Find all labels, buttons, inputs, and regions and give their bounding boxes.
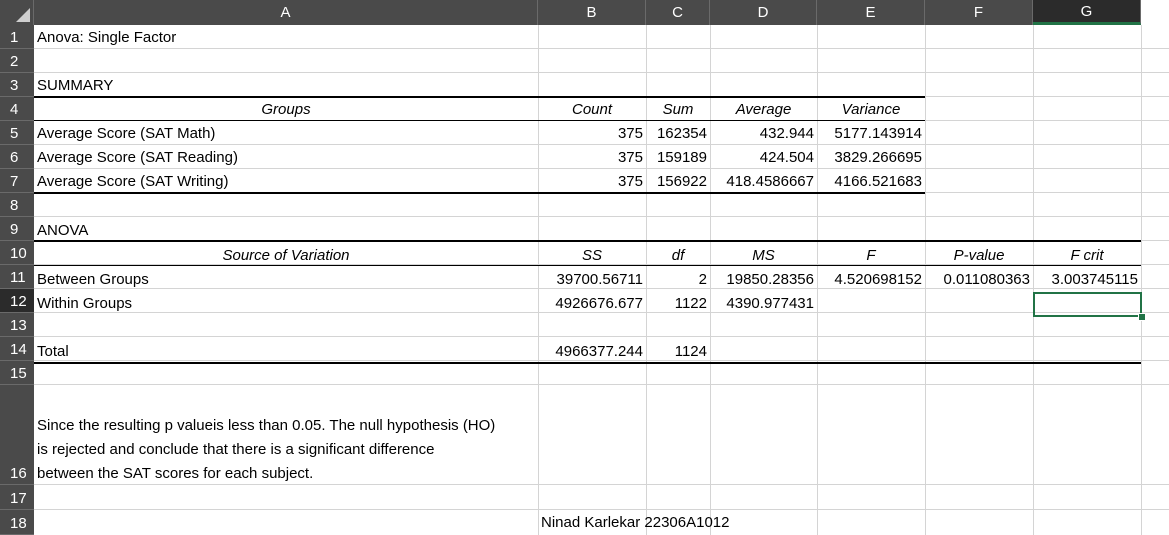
cell-a5[interactable]: Average Score (SAT Math)	[34, 122, 538, 146]
row-header-1[interactable]: 1	[0, 25, 34, 49]
row-header-2[interactable]: 2	[0, 49, 34, 73]
row-header-16[interactable]: 16	[0, 385, 34, 485]
row-header-12[interactable]: 12	[0, 289, 34, 313]
cell-b4[interactable]: Count	[538, 98, 646, 122]
cell-c11[interactable]: 2	[646, 268, 710, 292]
row-header-11[interactable]: 11	[0, 265, 34, 289]
cell-e7[interactable]: 4166.521683	[817, 170, 925, 194]
cell-a16-line-1[interactable]: Since the resulting p valueis less than …	[34, 414, 495, 438]
cell-a14[interactable]: Total	[34, 340, 538, 364]
cell-a16-line-3[interactable]: between the SAT scores for each subject.	[34, 462, 313, 486]
cell-d4[interactable]: Average	[710, 98, 817, 122]
cell-c6[interactable]: 159189	[646, 146, 710, 170]
select-all-triangle-icon	[16, 8, 30, 22]
cell-a9[interactable]: ANOVA	[34, 219, 538, 243]
cell-e6[interactable]: 3829.266695	[817, 146, 925, 170]
cell-a6[interactable]: Average Score (SAT Reading)	[34, 146, 538, 170]
cell-d6[interactable]: 424.504	[710, 146, 817, 170]
cell-d7[interactable]: 418.4586667	[710, 170, 817, 194]
column-header-g[interactable]: G	[1033, 0, 1141, 25]
cell-d5[interactable]: 432.944	[710, 122, 817, 146]
cell-a1[interactable]: Anova: Single Factor	[34, 26, 538, 50]
cell-c4[interactable]: Sum	[646, 98, 710, 122]
row-header-3[interactable]: 3	[0, 73, 34, 97]
column-header-f[interactable]: F	[925, 0, 1033, 25]
cell-e10[interactable]: F	[817, 244, 925, 268]
cell-b12[interactable]: 4926676.677	[538, 292, 646, 316]
cell-e5[interactable]: 5177.143914	[817, 122, 925, 146]
row-header-8[interactable]: 8	[0, 193, 34, 217]
cell-a7[interactable]: Average Score (SAT Writing)	[34, 170, 538, 194]
cell-a16-line-2[interactable]: is rejected and conclude that there is a…	[34, 438, 434, 462]
row-header-15[interactable]: 15	[0, 361, 34, 385]
column-header-c[interactable]: C	[646, 0, 710, 25]
cell-g11[interactable]: 3.003745115	[1033, 268, 1141, 292]
gridline	[34, 509, 1169, 510]
gridline	[34, 216, 1169, 217]
cell-b6[interactable]: 375	[538, 146, 646, 170]
row-header-17[interactable]: 17	[0, 485, 34, 510]
select-all-button[interactable]	[0, 0, 34, 25]
cell-f10[interactable]: P-value	[925, 244, 1033, 268]
cell-b5[interactable]: 375	[538, 122, 646, 146]
cell-c5[interactable]: 162354	[646, 122, 710, 146]
row-header-10[interactable]: 10	[0, 241, 34, 265]
cell-f11[interactable]: 0.011080363	[925, 268, 1033, 292]
column-header-b[interactable]: B	[538, 0, 646, 25]
cell-c14[interactable]: 1124	[646, 340, 710, 364]
cell-b7[interactable]: 375	[538, 170, 646, 194]
cell-d10[interactable]: MS	[710, 244, 817, 268]
cell-a10[interactable]: Source of Variation	[34, 244, 538, 268]
row-header-13[interactable]: 13	[0, 313, 34, 337]
cell-d12[interactable]: 4390.977431	[710, 292, 817, 316]
cell-e4[interactable]: Variance	[817, 98, 925, 122]
active-cell-g12[interactable]	[1033, 292, 1142, 317]
column-header-a[interactable]: A	[34, 0, 538, 25]
gridline	[34, 72, 1169, 73]
cell-c12[interactable]: 1122	[646, 292, 710, 316]
cell-d11[interactable]: 19850.28356	[710, 268, 817, 292]
gridline	[34, 384, 1169, 385]
row-header-5[interactable]: 5	[0, 121, 34, 145]
cell-a4[interactable]: Groups	[34, 98, 538, 122]
column-header-e[interactable]: E	[817, 0, 925, 25]
spreadsheet[interactable]: A B C D E F G 1 2 3 4 5 6 7 8 9 10 11 12…	[0, 0, 1169, 535]
cell-b11[interactable]: 39700.56711	[538, 268, 646, 292]
cell-b10[interactable]: SS	[538, 244, 646, 268]
gridline	[1141, 25, 1142, 535]
row-header-14[interactable]: 14	[0, 337, 34, 361]
fill-handle[interactable]	[1138, 313, 1146, 321]
row-header-4[interactable]: 4	[0, 97, 34, 121]
cell-e11[interactable]: 4.520698152	[817, 268, 925, 292]
cell-b18[interactable]: Ninad Karlekar 22306A1012	[538, 511, 838, 535]
row-header-7[interactable]: 7	[0, 169, 34, 193]
column-header-d[interactable]: D	[710, 0, 817, 25]
cell-c7[interactable]: 156922	[646, 170, 710, 194]
cell-a11[interactable]: Between Groups	[34, 268, 538, 292]
cell-g10[interactable]: F crit	[1033, 244, 1141, 268]
cell-c10[interactable]: df	[646, 244, 710, 268]
cell-a12[interactable]: Within Groups	[34, 292, 538, 316]
row-header-9[interactable]: 9	[0, 217, 34, 241]
gridline	[34, 336, 1169, 337]
row-header-18[interactable]: 18	[0, 510, 34, 535]
cell-a3[interactable]: SUMMARY	[34, 74, 538, 98]
cell-b14[interactable]: 4966377.244	[538, 340, 646, 364]
row-header-6[interactable]: 6	[0, 145, 34, 169]
